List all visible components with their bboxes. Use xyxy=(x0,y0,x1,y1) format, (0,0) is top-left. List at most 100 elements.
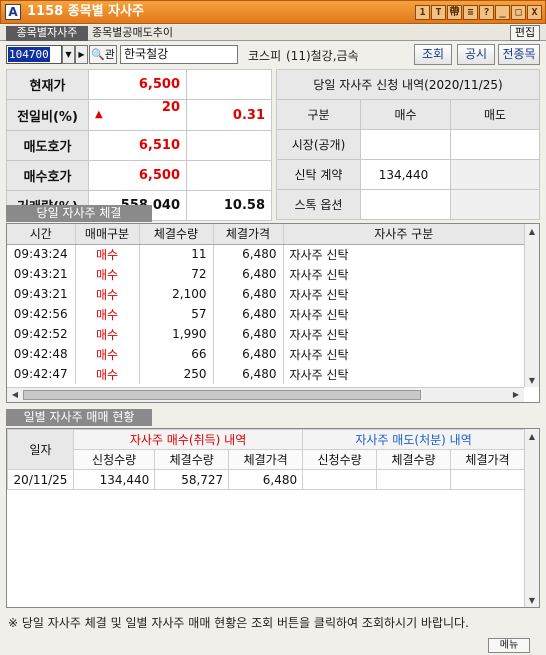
exec-time: 09:42:56 xyxy=(7,304,76,324)
exec-side: 매수 xyxy=(75,284,140,304)
query-button[interactable]: 조회 xyxy=(414,44,452,65)
stock-code-input[interactable]: 104700 xyxy=(6,45,62,64)
exec-side: 매수 xyxy=(75,304,140,324)
table-row: 09:42:47 매수 250 6,480 자사주 신탁 xyxy=(7,364,525,384)
exec-kind: 자사주 신탁 xyxy=(283,324,525,344)
quote-row-ask: 매도호가 6,510 xyxy=(6,130,272,161)
exec-qty: 11 xyxy=(139,244,214,264)
quote-table: 현재가 6,500 전일비(%) ▲ 20 0.31 매도호가 6,510 매수호가 6,5… xyxy=(6,69,272,221)
help-icon[interactable]: ? xyxy=(479,5,494,20)
table-row: 09:42:52 매수 1,990 6,480 자사주 신탁 xyxy=(7,324,525,344)
notice-button[interactable]: 공시 xyxy=(457,44,495,65)
contract-row-label: 스톡 옵션 xyxy=(276,189,361,220)
horizontal-scrollbar[interactable]: ◀ ▶ xyxy=(7,387,524,402)
text-icon[interactable]: T xyxy=(431,5,446,20)
exec-list-panel: 시간 매매구분 체결수량 체결가격 자사주 구분 09:43:24 매수 11 6,4… xyxy=(6,223,540,403)
exec-qty: 72 xyxy=(139,264,214,284)
table-row: 09:43:21 매수 72 6,480 자사주 신탁 xyxy=(7,264,525,284)
stock-name-field[interactable]: 한국철강 xyxy=(120,45,238,64)
chevron-down-icon[interactable]: ▼ xyxy=(62,45,75,64)
sell-group-header: 자사주 매도(처분) 내역 xyxy=(302,429,525,450)
daily-cell: 58,727 xyxy=(154,469,230,490)
column-header[interactable]: 자사주 구분 xyxy=(283,224,525,245)
table-row: 09:42:56 매수 57 6,480 자사주 신탁 xyxy=(7,304,525,324)
column-header[interactable]: 매매구분 xyxy=(75,224,140,245)
price-change: 20 xyxy=(161,100,180,115)
chevron-right-icon[interactable]: ▶ xyxy=(75,45,88,64)
pin-icon[interactable]: 帶 xyxy=(447,5,462,20)
daily-cell xyxy=(302,469,378,490)
exec-time: 09:43:21 xyxy=(7,284,76,304)
exec-kind: 자사주 신탁 xyxy=(283,284,525,304)
scroll-right-icon[interactable]: ▶ xyxy=(511,390,521,399)
exec-qty: 250 xyxy=(139,364,214,384)
vertical-scrollbar[interactable]: ▲ ▼ xyxy=(524,429,539,607)
scroll-up-icon[interactable]: ▲ xyxy=(527,227,537,236)
exec-qty: 57 xyxy=(139,304,214,324)
contract-header: 매도 xyxy=(450,99,540,130)
exec-price: 6,480 xyxy=(213,244,284,264)
exec-price: 6,480 xyxy=(213,264,284,284)
tab-short-sale-trend[interactable]: 종목별공매도추이 xyxy=(92,26,173,40)
table-row: 09:43:21 매수 2,100 6,480 자사주 신탁 xyxy=(7,284,525,304)
column-header[interactable]: 체결수량 xyxy=(139,224,214,245)
daily-cell: 6,480 xyxy=(228,469,304,490)
quote-row-price: 현재가 6,500 xyxy=(6,69,272,100)
daily-table: 일자 자사주 매수(취득) 내역 자사주 매도(처분) 내역 신청수량 체결수량… xyxy=(7,429,525,490)
table-row: 09:43:24 매수 11 6,480 자사주 신탁 xyxy=(7,244,525,264)
column-header[interactable]: 시간 xyxy=(7,224,76,245)
buy-group-header: 자사주 매수(취득) 내역 xyxy=(72,429,304,450)
sector-label: (11)철강,금속 xyxy=(286,49,359,63)
exec-price: 6,480 xyxy=(213,324,284,344)
ask-price: 6,510 xyxy=(88,130,187,161)
quote-label: 전일비(%) xyxy=(6,99,89,131)
menu-button[interactable]: 메뉴 xyxy=(488,638,530,653)
list-icon[interactable]: ≡ xyxy=(463,5,478,20)
sub-header: 신청수량 xyxy=(72,449,156,470)
tab-stock-treasury[interactable]: 종목별자사주 xyxy=(6,26,88,41)
number-one-icon[interactable]: 1 xyxy=(415,5,430,20)
scroll-down-icon[interactable]: ▼ xyxy=(527,376,537,385)
exec-section-header: 당일 자사주 체결 xyxy=(6,205,152,222)
edit-button[interactable]: 편집 xyxy=(510,25,540,41)
search-icon[interactable]: 🔍관 xyxy=(89,45,117,64)
contract-table: 당일 자사주 신청 내역(2020/11/25) 구분 매수 매도 시장(공개) 신… xyxy=(276,69,540,220)
all-stocks-button[interactable]: 전종목 xyxy=(498,44,540,65)
column-header[interactable]: 체결가격 xyxy=(213,224,284,245)
exec-side: 매수 xyxy=(75,324,140,344)
exec-side: 매수 xyxy=(75,344,140,364)
minimize-icon[interactable]: _ xyxy=(495,5,510,20)
sub-header: 체결가격 xyxy=(450,449,525,470)
exec-time: 09:42:48 xyxy=(7,344,76,364)
close-icon[interactable]: X xyxy=(527,5,542,20)
exec-price: 6,480 xyxy=(213,304,284,324)
scroll-thumb[interactable] xyxy=(23,390,421,400)
scroll-left-icon[interactable]: ◀ xyxy=(10,390,20,399)
exec-kind: 자사주 신탁 xyxy=(283,264,525,284)
quote-extra xyxy=(186,69,272,100)
contract-sell xyxy=(450,189,540,220)
exec-kind: 자사주 신탁 xyxy=(283,364,525,384)
bid-price: 6,500 xyxy=(88,160,187,191)
market-label: 코스피 xyxy=(248,49,282,63)
contract-sell xyxy=(450,159,540,190)
exec-kind: 자사주 신탁 xyxy=(283,244,525,264)
daily-date: 20/11/25 xyxy=(7,469,74,490)
exec-time: 09:42:47 xyxy=(7,364,76,384)
sub-header: 신청수량 xyxy=(302,449,378,470)
maximize-icon[interactable]: □ xyxy=(511,5,526,20)
daily-panel: 일자 자사주 매수(취득) 내역 자사주 매도(처분) 내역 신청수량 체결수량… xyxy=(6,428,540,608)
scroll-up-icon[interactable]: ▲ xyxy=(527,432,537,441)
vertical-scrollbar[interactable]: ▲ ▼ xyxy=(524,224,539,387)
scroll-down-icon[interactable]: ▼ xyxy=(527,596,537,605)
exec-time: 09:43:21 xyxy=(7,264,76,284)
daily-cell: 134,440 xyxy=(72,469,156,490)
daily-cell xyxy=(376,469,451,490)
up-arrow-icon: ▲ xyxy=(95,109,103,120)
contract-header: 매수 xyxy=(360,99,451,130)
quote-label: 매도호가 xyxy=(6,130,89,161)
exec-time: 09:43:24 xyxy=(7,244,76,264)
window-title: 1158 종목별 자사주 xyxy=(27,4,144,19)
contract-title: 당일 자사주 신청 내역(2020/11/25) xyxy=(276,69,540,100)
stock-code-value: 104700 xyxy=(8,47,50,62)
